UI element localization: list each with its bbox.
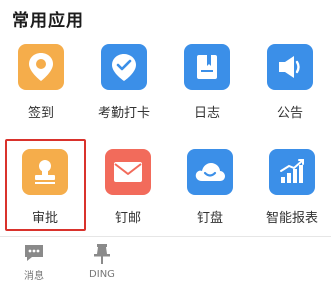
location-pin-icon (29, 53, 53, 81)
app-label: 钉盘 (196, 211, 223, 226)
bar-chart-icon (280, 159, 304, 183)
tab-label: DING (89, 269, 115, 280)
app-label: 智能报表 (265, 211, 318, 226)
log-tile (184, 44, 230, 90)
checkin-tile (18, 44, 64, 90)
chat-bubble-icon (25, 245, 43, 261)
megaphone-icon (279, 56, 300, 78)
mail-tile (105, 149, 151, 195)
tab-ding[interactable]: DING (72, 243, 132, 280)
app-label: 钉邮 (114, 211, 141, 226)
app-announcement[interactable]: 公告 (249, 36, 331, 126)
pin-icon (94, 244, 110, 264)
section-title: 常用应用 (12, 11, 84, 31)
drive-tile (187, 149, 233, 195)
app-smart-report[interactable]: 智能报表 (251, 141, 331, 231)
attendance-tile (101, 44, 147, 90)
approval-highlight-box (5, 139, 86, 231)
app-label: 签到 (27, 106, 54, 121)
smart-report-tile (269, 149, 315, 195)
app-label: 日志 (193, 106, 220, 121)
app-drive[interactable]: 钉盘 (169, 141, 251, 231)
app-mail[interactable]: 钉邮 (87, 141, 169, 231)
app-label: 考勤打卡 (97, 106, 150, 121)
announcement-tile (267, 44, 313, 90)
tab-label: 消息 (24, 271, 44, 282)
cloud-icon (195, 163, 225, 181)
clock-check-icon (112, 54, 136, 81)
app-checkin[interactable]: 签到 (0, 36, 82, 126)
notebook-icon (197, 55, 217, 79)
envelope-icon (114, 162, 142, 182)
tab-messages[interactable]: 消息 (4, 243, 64, 282)
app-attendance[interactable]: 考勤打卡 (83, 36, 165, 126)
bottom-tab-bar: 消息 DING (0, 237, 331, 282)
app-label: 公告 (276, 106, 303, 121)
app-log[interactable]: 日志 (166, 36, 248, 126)
